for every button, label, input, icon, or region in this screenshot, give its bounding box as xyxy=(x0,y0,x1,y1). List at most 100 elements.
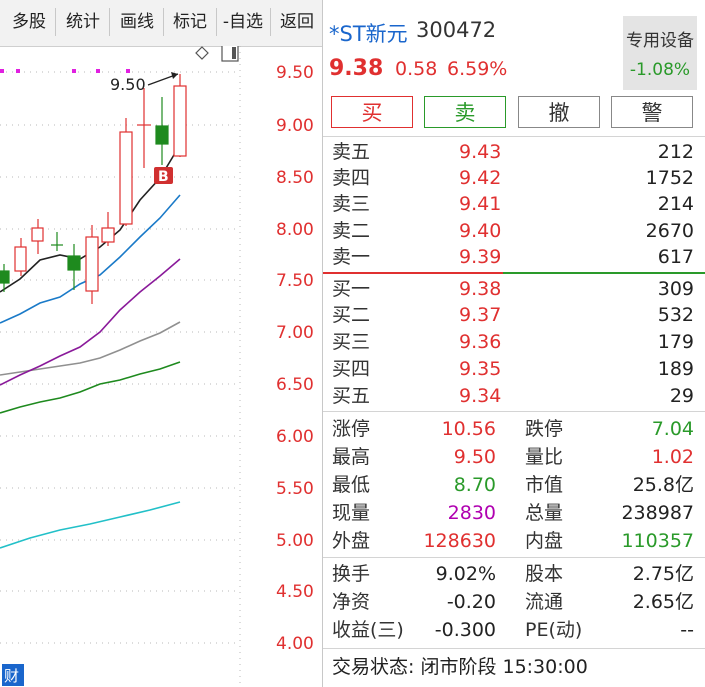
fund-value: -0.300 xyxy=(434,619,496,641)
axis-label: 4.00 xyxy=(276,634,314,654)
sector-box[interactable]: 专用设备 -1.08% xyxy=(623,16,697,90)
stat-value: 10.56 xyxy=(441,418,496,440)
fund-value: -0.20 xyxy=(446,591,496,613)
bid-volume: 179 xyxy=(657,331,694,353)
price-change-pct: 6.59% xyxy=(447,58,508,80)
axis-label: 9.00 xyxy=(276,116,314,136)
axis-label: 7.00 xyxy=(276,323,314,343)
ask-label: 卖四 xyxy=(332,167,371,189)
ask-price[interactable]: 9.40 xyxy=(459,218,501,244)
bid-label: 买四 xyxy=(332,358,371,380)
sector-change-pct: -1.08% xyxy=(629,60,691,80)
fund-value: 9.02% xyxy=(435,563,496,585)
toolbar-back-button[interactable]: 返回 xyxy=(274,6,320,38)
stat-label: 量比 xyxy=(525,446,564,468)
ma60-line xyxy=(0,361,181,414)
cancel-order-button[interactable]: 撤 xyxy=(518,96,600,128)
bid-volume: 189 xyxy=(657,358,694,380)
stat-label: 现量 xyxy=(332,502,371,524)
stat-label: 最高 xyxy=(332,446,371,468)
stat-value: 110357 xyxy=(621,530,694,552)
ask-price[interactable]: 9.41 xyxy=(459,191,501,217)
stat-value: 7.04 xyxy=(651,418,694,440)
fund-label: 收益(三) xyxy=(332,619,404,641)
bid-price[interactable]: 9.34 xyxy=(459,383,501,409)
stat-label: 内盘 xyxy=(525,530,564,552)
candle-up xyxy=(31,219,44,254)
fund-label: 换手 xyxy=(332,563,371,585)
kline-chart[interactable]: 9.50 9.00 8.50 8.00 7.50 7.00 6.50 6.00 … xyxy=(0,46,322,687)
bid-volume: 309 xyxy=(657,278,694,300)
buy-button[interactable]: 买 xyxy=(331,96,413,128)
axis-label: 4.50 xyxy=(276,582,314,602)
high-price-annotation: 9.50 xyxy=(110,72,179,94)
stat-value: 8.70 xyxy=(453,474,496,496)
last-price: 9.38 xyxy=(329,56,384,81)
toolbar-divider xyxy=(216,8,217,36)
fund-label: PE(动) xyxy=(525,619,583,641)
bid-price[interactable]: 9.35 xyxy=(459,356,501,382)
ma30-line xyxy=(0,321,181,376)
stock-name: *ST新元 xyxy=(329,22,408,46)
svg-text:B: B xyxy=(158,169,169,185)
candle-doji xyxy=(137,88,151,168)
chart-toolbar: 多股 统计 画线 标记 -自选 返回 xyxy=(0,0,322,47)
divider xyxy=(323,136,705,137)
axis-label: 7.50 xyxy=(276,271,314,291)
stat-value: 1.02 xyxy=(651,446,694,468)
ask-label: 卖二 xyxy=(332,220,371,242)
toolbar-multi-stock-button[interactable]: 多股 xyxy=(6,6,52,38)
axis-label: 6.00 xyxy=(276,427,314,447)
toolbar-divider xyxy=(55,8,56,36)
quote-panel: *ST新元 300472 9.38 0.58 6.59% 专用设备 -1.08%… xyxy=(322,0,705,687)
ask-label: 卖五 xyxy=(332,141,371,163)
fund-value: 2.65亿 xyxy=(632,591,694,613)
svg-text:9.50: 9.50 xyxy=(110,75,146,94)
price-axis: 9.50 9.00 8.50 8.00 7.50 7.00 6.50 6.00 … xyxy=(276,63,314,654)
ask-price[interactable]: 9.42 xyxy=(459,165,501,191)
ma120-line xyxy=(0,501,181,549)
bid-volume: 29 xyxy=(669,385,694,407)
sell-button[interactable]: 卖 xyxy=(424,96,506,128)
toolbar-statistics-button[interactable]: 统计 xyxy=(60,6,106,38)
bid-volume: 532 xyxy=(657,304,694,326)
toolbar-mark-button[interactable]: 标记 xyxy=(167,6,213,38)
ask-volume: 214 xyxy=(657,193,694,215)
stock-code: 300472 xyxy=(416,18,497,42)
ask-volume: 212 xyxy=(657,141,694,163)
bid-price[interactable]: 9.36 xyxy=(459,329,501,355)
alert-button[interactable]: 警 xyxy=(611,96,693,128)
axis-label: 6.50 xyxy=(276,375,314,395)
bid-label: 买二 xyxy=(332,304,371,326)
diamond-icon[interactable] xyxy=(195,46,209,60)
ask-price[interactable]: 9.39 xyxy=(459,244,501,270)
bid-label: 买一 xyxy=(332,278,371,300)
candle-down xyxy=(155,97,169,165)
fund-label: 净资 xyxy=(332,591,371,613)
panel-toggle-icon[interactable] xyxy=(221,46,239,62)
stat-value: 2830 xyxy=(447,502,496,524)
fund-label: 股本 xyxy=(525,563,564,585)
bid-price[interactable]: 9.37 xyxy=(459,302,501,328)
buy-signal-marker[interactable]: B xyxy=(154,167,173,185)
bid-price[interactable]: 9.38 xyxy=(459,276,501,302)
axis-label: 9.50 xyxy=(276,63,314,83)
bid-ask-divider-green xyxy=(503,272,705,274)
toolbar-draw-line-button[interactable]: 画线 xyxy=(114,6,160,38)
stat-value: 25.8亿 xyxy=(632,474,694,496)
ask-volume: 617 xyxy=(657,246,694,268)
bid-label: 买三 xyxy=(332,331,371,353)
toolbar-divider xyxy=(270,8,271,36)
ask-price[interactable]: 9.43 xyxy=(459,139,501,165)
stat-label: 最低 xyxy=(332,474,371,496)
toolbar-divider xyxy=(109,8,110,36)
axis-label: 5.50 xyxy=(276,479,314,499)
finance-icon[interactable]: 财 xyxy=(2,664,24,686)
toolbar-divider xyxy=(163,8,164,36)
bid-label: 买五 xyxy=(332,385,371,407)
candle-down xyxy=(67,244,81,290)
candle-up xyxy=(101,212,115,246)
stat-label: 涨停 xyxy=(332,418,371,440)
price-change: 0.58 xyxy=(395,58,438,80)
toolbar-remove-watchlist-button[interactable]: -自选 xyxy=(219,6,267,38)
